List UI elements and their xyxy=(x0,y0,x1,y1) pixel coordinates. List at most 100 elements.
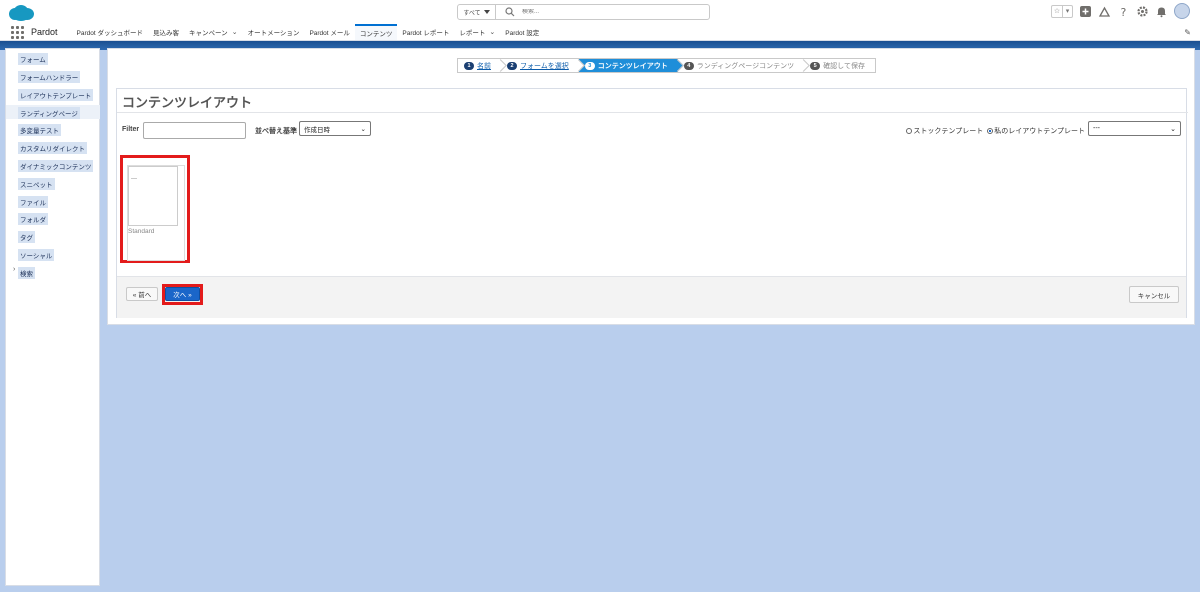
radio-button[interactable] xyxy=(906,128,913,134)
sidebar-item-custom-redirects[interactable]: カスタムリダイレクト xyxy=(18,142,87,154)
sidebar-item-search[interactable]: 検索 xyxy=(18,267,35,279)
wizard-step-landing-content[interactable]: 4 ランディングページコンテンツ xyxy=(677,58,811,73)
nav-item-label: キャンペーン xyxy=(189,30,228,37)
plus-icon[interactable] xyxy=(1079,5,1092,18)
sidebar-item-snippets[interactable]: スニペット xyxy=(18,178,55,190)
chevron-down-icon[interactable]: ⌄ xyxy=(489,28,495,36)
step-number: 5 xyxy=(810,61,821,70)
question-icon[interactable]: ? xyxy=(1117,5,1130,18)
layout-template-select[interactable]: --- ⌄ xyxy=(1088,121,1181,136)
prev-button[interactable]: « 前へ xyxy=(126,287,158,301)
sidebar-item-dynamic-content[interactable]: ダイナミックコンテンツ xyxy=(18,160,94,172)
sidebar-item-files[interactable]: ファイル xyxy=(18,196,48,208)
nav-item-label: レポート xyxy=(459,30,486,37)
nav-item-label: Pardot ダッシュボード xyxy=(76,30,143,37)
nav-item-label: コンテンツ xyxy=(359,31,393,38)
salesforce-logo[interactable] xyxy=(7,4,35,22)
nav-item-reports[interactable]: レポート ⌄ xyxy=(454,24,500,40)
header-actions: ☆ ▾ ? xyxy=(1051,3,1190,19)
wizard-step-content-layout[interactable]: 3 コンテンツレイアウト xyxy=(578,58,684,73)
bell-icon[interactable] xyxy=(1155,5,1168,18)
cancel-button[interactable]: キャンセル xyxy=(1129,286,1179,303)
layout-select-value: --- xyxy=(1093,125,1100,132)
step-number: 1 xyxy=(464,61,474,70)
sort-select-value: 作成日時 xyxy=(304,126,330,134)
filter-input[interactable] xyxy=(143,122,246,139)
chevron-down-icon[interactable]: ⌄ xyxy=(232,28,238,36)
trailhead-icon[interactable] xyxy=(1098,5,1111,18)
sidebar-item-tags[interactable]: タグ xyxy=(18,231,35,243)
favorites-group[interactable]: ☆ ▾ xyxy=(1051,4,1073,18)
sort-select[interactable]: 作成日時 ⌄ xyxy=(299,121,371,136)
step-label: 確認して保存 xyxy=(823,62,865,70)
layout-panel: コンテンツレイアウト Filter 並べ替え基準 作成日時 ⌄ ストックテンプレ… xyxy=(116,88,1188,318)
star-icon[interactable]: ☆ xyxy=(1052,6,1062,17)
nav-item-settings[interactable]: Pardot 設定 xyxy=(500,24,544,40)
app-launcher-icon[interactable] xyxy=(11,26,24,39)
panel-footer: « 前へ 次へ » キャンセル xyxy=(117,276,1186,318)
avatar[interactable] xyxy=(1174,3,1190,19)
svg-text:?: ? xyxy=(1121,6,1127,18)
next-button[interactable]: 次へ » xyxy=(165,287,200,301)
radio-my-templates[interactable]: 私のレイアウトテンプレート xyxy=(987,126,1085,136)
nav-item-content[interactable]: コンテンツ xyxy=(354,24,398,40)
global-search[interactable]: すべて xyxy=(457,4,710,20)
filter-label: Filter xyxy=(122,126,140,133)
nav-item-automation[interactable]: オートメーション xyxy=(243,24,305,40)
nav-item-label: Pardot メール xyxy=(309,30,350,37)
search-scope-label: すべて xyxy=(463,10,481,17)
sidebar-item-layout-templates[interactable]: レイアウトテンプレート xyxy=(18,89,94,101)
template-source-radio-group: ストックテンプレート 私のレイアウトテンプレート xyxy=(906,126,1085,136)
nav-item-label: Pardot レポート xyxy=(402,30,450,37)
nav-item-label: オートメーション xyxy=(247,30,300,37)
radio-stock-templates[interactable]: ストックテンプレート xyxy=(906,126,983,136)
nav-item-prospects[interactable]: 見込み客 xyxy=(148,24,184,40)
wizard-step-form-select[interactable]: 2 フォームを選択 xyxy=(501,58,585,73)
sidebar-item-social[interactable]: ソーシャル xyxy=(18,249,55,261)
step-label: ランディングページコンテンツ xyxy=(696,62,795,70)
chevron-down-icon xyxy=(483,10,490,14)
sidebar-item-form-handlers[interactable]: フォームハンドラー xyxy=(18,71,81,83)
sort-label: 並べ替え基準 xyxy=(255,128,297,135)
app-nav: Pardot Pardot ダッシュボード 見込み客 キャンペーン ⌄ オートメー… xyxy=(0,24,1200,41)
sidebar-item-landing-pages[interactable]: ランディングページ xyxy=(18,107,80,119)
chevron-down-icon[interactable]: ▾ xyxy=(1062,5,1072,17)
search-input[interactable] xyxy=(522,9,702,15)
edit-pencil-icon[interactable]: ✎ xyxy=(1184,28,1191,37)
layout-card-name: Standard xyxy=(128,228,155,235)
app-name: Pardot xyxy=(31,27,58,37)
wizard-step-name[interactable]: 1 名前 xyxy=(457,58,507,73)
wizard-steps: 1 名前 2 フォームを選択 3 コンテンツレイアウト 4 ランディングページコ… xyxy=(457,58,876,73)
nav-item-pardot-reports[interactable]: Pardot レポート xyxy=(397,24,454,40)
search-scope-select[interactable]: すべて xyxy=(458,5,496,19)
chevron-right-icon[interactable]: › xyxy=(13,266,15,273)
page-title: コンテンツレイアウト xyxy=(122,95,253,110)
radio-label: ストックテンプレート xyxy=(913,128,984,135)
sidebar: フォーム フォームハンドラー レイアウトテンプレート ランディングページ 多変量… xyxy=(5,48,100,586)
main-content: 1 名前 2 フォームを選択 3 コンテンツレイアウト 4 ランディングページコ… xyxy=(107,48,1195,325)
layout-thumbnail[interactable]: --- xyxy=(128,166,178,226)
wizard-step-confirm-save[interactable]: 5 確認して保存 xyxy=(804,58,876,73)
nav-item-dashboard[interactable]: Pardot ダッシュボード xyxy=(72,24,148,40)
thumbnail-text: --- xyxy=(131,176,137,182)
step-number: 3 xyxy=(584,61,595,70)
step-number: 2 xyxy=(507,61,517,70)
nav-item-label: 見込み客 xyxy=(153,30,179,37)
layout-card-standard[interactable]: --- Standard xyxy=(127,165,185,261)
step-label: コンテンツレイアウト xyxy=(597,62,668,70)
step-label: フォームを選択 xyxy=(520,62,569,70)
nav-item-campaigns[interactable]: キャンペーン ⌄ xyxy=(184,24,243,40)
radio-label: 私のレイアウトテンプレート xyxy=(994,128,1085,135)
step-number: 4 xyxy=(683,61,694,70)
divider xyxy=(117,112,1188,113)
sidebar-item-multivariate-tests[interactable]: 多変量テスト xyxy=(18,124,61,136)
radio-button[interactable] xyxy=(987,128,994,134)
search-icon xyxy=(505,7,515,17)
nav-item-label: Pardot 設定 xyxy=(505,30,540,37)
gear-icon[interactable] xyxy=(1136,5,1149,18)
global-header: すべて ☆ ▾ ? xyxy=(0,0,1200,24)
step-label: 名前 xyxy=(477,62,491,70)
nav-item-pardot-email[interactable]: Pardot メール xyxy=(304,24,354,40)
sidebar-item-folders[interactable]: フォルダ xyxy=(18,213,48,225)
sidebar-item-forms[interactable]: フォーム xyxy=(18,53,48,65)
